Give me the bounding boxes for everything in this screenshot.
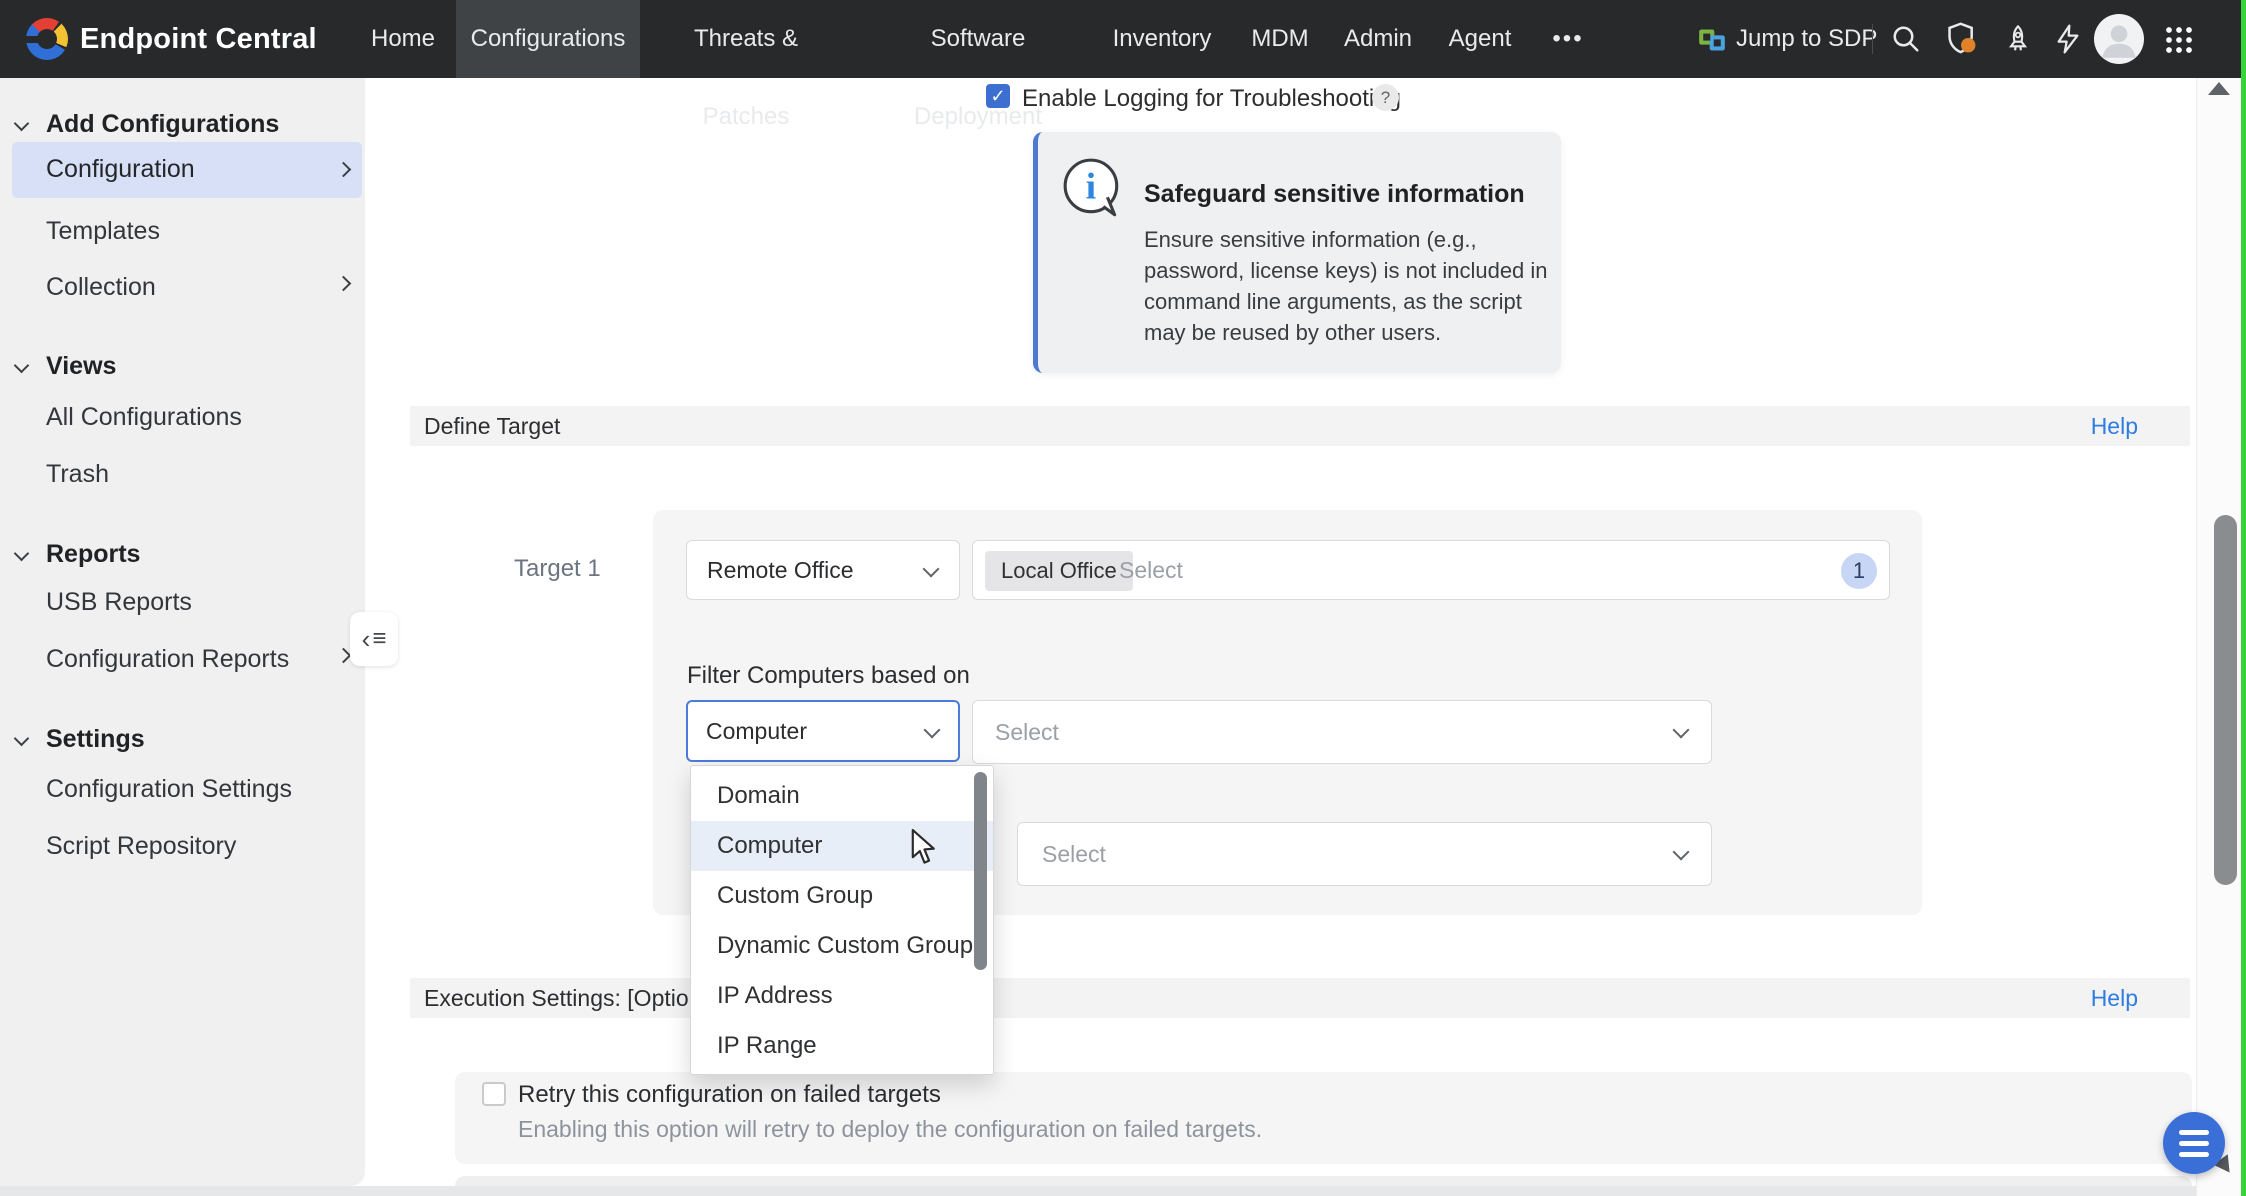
sidebar: Add Configurations Configuration Templat… [0, 78, 365, 1186]
sdp-app-icon[interactable] [1698, 26, 1726, 54]
selection-count-badge: 1 [1841, 553, 1877, 589]
sidebar-group-reports[interactable]: Reports [46, 540, 140, 569]
nav-more-ellipsis-icon[interactable]: ••• [1540, 0, 1596, 78]
sidebar-item-all-configurations[interactable]: All Configurations [46, 403, 242, 432]
endpoint-central-logo-icon [26, 18, 68, 60]
scrollbar-thumb[interactable] [2214, 515, 2237, 885]
menu-lines-icon: ≡ [372, 625, 386, 653]
page-scrollbar[interactable] [2196, 78, 2242, 1196]
chevron-right-icon [336, 648, 352, 664]
sidebar-item-configuration-reports[interactable]: Configuration Reports [46, 645, 289, 674]
sidebar-item-configuration[interactable]: Configuration [12, 142, 362, 198]
dropdown-option-dynamic-custom-group[interactable]: Dynamic Custom Group [691, 921, 993, 971]
collapse-sidebar-icon: ‹ [362, 624, 371, 655]
filter-value-placeholder: Select [995, 701, 1059, 763]
feedback-fab-button[interactable] [2163, 1112, 2225, 1174]
filter-type-value: Computer [706, 702, 807, 760]
define-target-help-link[interactable]: Help [2091, 406, 2138, 446]
nav-software-deployment[interactable]: Software Deployment [866, 0, 1090, 78]
nav-threats-patches[interactable]: Threats & Patches [652, 0, 840, 78]
screen-recording-border [2241, 0, 2246, 1196]
user-avatar[interactable] [2094, 14, 2144, 64]
sidebar-group-views[interactable]: Views [46, 352, 116, 381]
rocket-icon[interactable] [2002, 23, 2034, 55]
endpoint-central-app: Endpoint Central Home Configurations Thr… [0, 0, 2246, 1196]
info-card-safeguard: i Safeguard sensitive information Ensure… [1033, 132, 1561, 373]
define-target-title: Define Target [424, 406, 560, 446]
filter-value-select[interactable]: Select [972, 700, 1712, 764]
dropdown-option-ip-range[interactable]: IP Range [691, 1021, 993, 1071]
nav-configurations[interactable]: Configurations [456, 0, 640, 78]
sidebar-group-add-configurations[interactable]: Add Configurations [46, 110, 279, 139]
chevron-right-icon [336, 162, 352, 178]
chevron-down-icon [14, 358, 30, 374]
mouse-cursor-icon [908, 828, 942, 866]
security-shield-icon[interactable] [1944, 21, 1980, 57]
chevron-down-icon [14, 116, 30, 132]
office-select-placeholder: Select [1119, 541, 1183, 599]
sidebar-item-label: Configuration [46, 155, 195, 184]
target-row-label: Target 1 [514, 555, 601, 583]
filter-computers-label: Filter Computers based on [687, 662, 970, 690]
sidebar-item-script-repository[interactable]: Script Repository [46, 832, 236, 861]
sidebar-item-configuration-settings[interactable]: Configuration Settings [46, 775, 292, 804]
scroll-up-arrow-icon[interactable] [2208, 82, 2230, 95]
sidebar-group-settings[interactable]: Settings [46, 725, 145, 754]
chevron-down-icon [14, 546, 30, 562]
execution-settings-section-header: Execution Settings: [Optional] Help [410, 978, 2190, 1018]
retry-option-panel: Retry this configuration on failed targe… [455, 1072, 2192, 1164]
sidebar-item-collection[interactable]: Collection [46, 273, 156, 302]
hamburger-menu-icon [2179, 1130, 2209, 1135]
chevron-down-icon [924, 722, 941, 739]
topbar-divider [1872, 24, 1873, 54]
filter-type-dropdown[interactable]: Computer [686, 700, 960, 762]
nav-home[interactable]: Home [363, 0, 443, 78]
target-scope-value: Remote Office [707, 541, 854, 599]
nav-admin[interactable]: Admin [1340, 0, 1416, 78]
filter-row2-placeholder: Select [1042, 823, 1106, 885]
info-bubble-icon: i [1060, 156, 1126, 222]
window-bottom-strip [0, 1186, 2246, 1196]
nav-inventory[interactable]: Inventory [1112, 0, 1212, 78]
dropdown-scrollbar-thumb[interactable] [974, 772, 987, 970]
filter-type-dropdown-list: Domain Computer Custom Group Dynamic Cus… [690, 765, 994, 1075]
retry-checkbox[interactable] [482, 1082, 506, 1106]
nav-mdm[interactable]: MDM [1242, 0, 1318, 78]
filter-row2-value-select[interactable]: Select [1017, 822, 1712, 886]
app-title: Endpoint Central [80, 0, 317, 78]
info-card-title: Safeguard sensitive information [1144, 180, 1525, 209]
lightning-bolt-icon[interactable] [2052, 23, 2084, 55]
execution-settings-title: Execution Settings: [Optional] [424, 978, 726, 1018]
info-card-body: Ensure sensitive information (e.g., pass… [1144, 224, 1556, 348]
execution-settings-help-link[interactable]: Help [2091, 978, 2138, 1018]
logging-help-icon[interactable]: ? [1372, 84, 1399, 111]
chevron-right-icon [336, 276, 352, 292]
sidebar-item-trash[interactable]: Trash [46, 460, 109, 489]
search-icon[interactable] [1891, 24, 1921, 54]
apps-grid-icon[interactable] [2164, 25, 2194, 55]
target-scope-dropdown[interactable]: Remote Office [686, 540, 960, 600]
chevron-down-icon [1673, 722, 1690, 739]
define-target-section-header: Define Target Help [410, 406, 2190, 446]
office-select-field[interactable]: Local Office Select 1 [972, 540, 1890, 600]
retry-description: Enabling this option will retry to deplo… [518, 1116, 1262, 1143]
jump-to-sdp-link[interactable]: Jump to SDP [1736, 0, 1877, 78]
top-navigation-bar: Endpoint Central Home Configurations Thr… [0, 0, 2246, 78]
retry-label: Retry this configuration on failed targe… [518, 1081, 941, 1109]
chevron-down-icon [1673, 844, 1690, 861]
dropdown-option-custom-group[interactable]: Custom Group [691, 871, 993, 921]
chevron-down-icon [923, 561, 940, 578]
dropdown-option-domain[interactable]: Domain [691, 771, 993, 821]
dropdown-option-computer[interactable]: Computer [691, 821, 993, 871]
nav-agent[interactable]: Agent [1442, 0, 1518, 78]
enable-logging-label: Enable Logging for Troubleshooting [1022, 85, 1401, 113]
sidebar-item-usb-reports[interactable]: USB Reports [46, 588, 192, 617]
local-office-chip[interactable]: Local Office [985, 551, 1133, 591]
collapse-sidebar-button[interactable]: ‹≡ [350, 612, 398, 666]
sidebar-item-templates[interactable]: Templates [46, 217, 160, 246]
svg-text:i: i [1086, 166, 1096, 207]
chevron-down-icon [14, 731, 30, 747]
dropdown-option-ip-address[interactable]: IP Address [691, 971, 993, 1021]
